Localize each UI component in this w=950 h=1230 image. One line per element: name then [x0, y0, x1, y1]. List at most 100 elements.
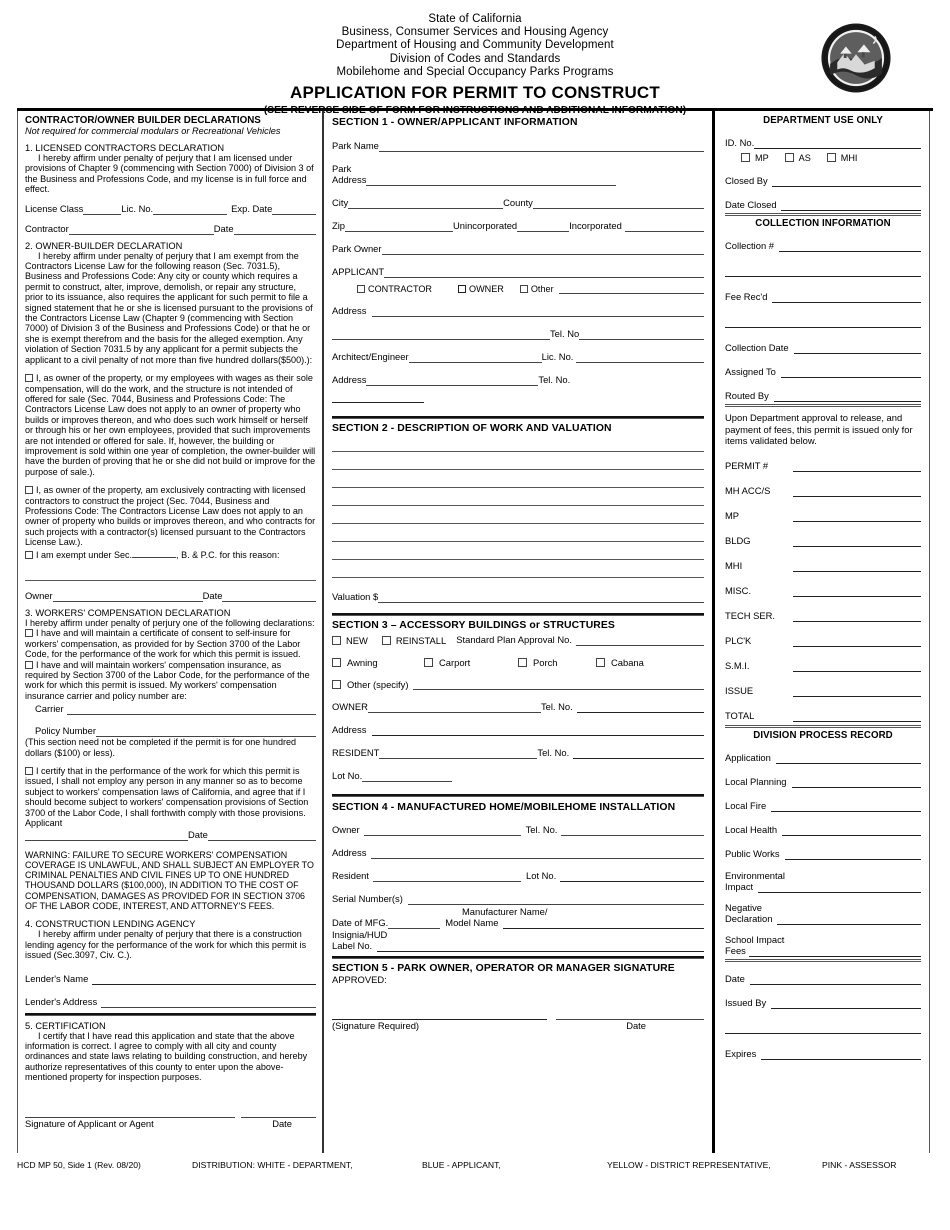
applicant-type-owner[interactable]: OWNER: [458, 284, 504, 294]
checkbox-self-insure[interactable]: [25, 629, 33, 638]
wc-check-1[interactable]: I have and will maintain a certificate o…: [25, 628, 316, 659]
accessory-reinstall-option[interactable]: REINSTALL: [381, 635, 446, 646]
accessory-owner-tel-input[interactable]: [576, 704, 704, 713]
description-line[interactable]: [332, 487, 704, 488]
accessory-resident-input[interactable]: [379, 750, 538, 759]
applicant-type-contractor[interactable]: CONTRACTOR: [357, 284, 432, 294]
checkbox-owner-contracts-licensed[interactable]: [25, 486, 33, 495]
architect-address-input[interactable]: [366, 377, 539, 386]
checkbox-owner-does-work[interactable]: [25, 374, 33, 383]
dept-mhi-option[interactable]: MHI: [826, 153, 857, 163]
issue-input[interactable]: [793, 688, 921, 697]
section-2-description-lines[interactable]: [332, 451, 704, 578]
owner-input[interactable]: [52, 593, 203, 602]
checkbox-awning[interactable]: [332, 658, 341, 667]
checkbox-cabana[interactable]: [596, 658, 605, 667]
total-input[interactable]: [793, 713, 921, 722]
checkbox-other[interactable]: [519, 285, 528, 293]
id-no-input[interactable]: [754, 140, 921, 149]
contractor-input[interactable]: [68, 226, 214, 235]
park-owner-signature-date-input[interactable]: [556, 1011, 704, 1020]
applicant-signature-input[interactable]: [25, 832, 188, 841]
owner-builder-check-2[interactable]: I, as owner of the property, am exclusiv…: [25, 485, 316, 547]
wc-check-2[interactable]: I have and will maintain workers' compen…: [25, 660, 316, 702]
applicant-address-input[interactable]: [372, 308, 704, 317]
dept-mp-input[interactable]: [793, 513, 921, 522]
checkbox-mhi[interactable]: [826, 153, 836, 162]
other-applicant-input[interactable]: [558, 285, 704, 294]
accessory-resident-tel-input[interactable]: [573, 750, 704, 759]
expires-input[interactable]: [761, 1051, 921, 1060]
exempt-sec-input[interactable]: [132, 549, 177, 558]
applicant-tel-input[interactable]: [579, 331, 704, 340]
architect-lic-no-input[interactable]: [576, 354, 704, 363]
lenders-name-input[interactable]: [92, 976, 316, 985]
checkbox-reinstall[interactable]: [381, 636, 391, 645]
assigned-to-input[interactable]: [780, 369, 921, 378]
lic-no-input[interactable]: [153, 206, 228, 215]
accessory-porch-option[interactable]: Porch: [518, 657, 596, 668]
dept-as-option[interactable]: AS: [784, 153, 811, 163]
dept-mp-option[interactable]: MP: [741, 153, 769, 163]
license-class-input[interactable]: [83, 206, 122, 215]
exp-date-input[interactable]: [272, 206, 316, 215]
park-owner-signature-input[interactable]: [332, 1011, 547, 1020]
checkbox-other-structure[interactable]: [332, 680, 341, 689]
school-impact-fees-input[interactable]: [748, 948, 921, 957]
tech-ser-input[interactable]: [793, 613, 921, 622]
valuation-input[interactable]: [378, 594, 704, 603]
checkbox-wc-insurance[interactable]: [25, 660, 33, 669]
checkbox-no-employees[interactable]: [25, 767, 33, 776]
accessory-carport-option[interactable]: Carport: [424, 657, 518, 668]
local-fire-input[interactable]: [771, 803, 921, 812]
incorporated-input[interactable]: [624, 223, 704, 232]
description-line[interactable]: [332, 469, 704, 470]
unincorporated-input[interactable]: [517, 223, 570, 232]
accessory-other-option[interactable]: Other (specify): [332, 679, 408, 690]
smi-input[interactable]: [793, 663, 921, 672]
other-structure-input[interactable]: [413, 681, 704, 690]
negative-declaration-input[interactable]: [777, 916, 921, 925]
date-closed-input[interactable]: [780, 202, 921, 211]
description-line[interactable]: [332, 559, 704, 560]
county-input[interactable]: [532, 200, 704, 209]
mh-accs-input[interactable]: [793, 488, 921, 497]
checkbox-carport[interactable]: [424, 658, 433, 667]
application-input[interactable]: [775, 755, 921, 764]
mh-resident-input[interactable]: [373, 873, 522, 882]
collection-date-input[interactable]: [793, 345, 921, 354]
date-of-mfg-input[interactable]: [388, 920, 441, 929]
local-health-input[interactable]: [782, 827, 921, 836]
policy-number-input[interactable]: [95, 728, 316, 738]
park-owner-input[interactable]: [381, 246, 704, 255]
model-name-input[interactable]: [503, 920, 704, 929]
mh-owner-input[interactable]: [363, 827, 521, 836]
collection-number-input-2[interactable]: [725, 268, 921, 277]
carrier-input[interactable]: [66, 706, 316, 716]
owner-date-input[interactable]: [222, 593, 316, 602]
accessory-awning-option[interactable]: Awning: [332, 657, 424, 668]
owner-builder-check-3[interactable]: I am exempt under Sec. , B. & P.C. for th…: [25, 549, 316, 560]
lenders-address-input[interactable]: [101, 999, 316, 1008]
owner-builder-check-1[interactable]: I, as owner of the property, or my emplo…: [25, 373, 316, 477]
contractor-date-input[interactable]: [233, 226, 316, 235]
accessory-owner-input[interactable]: [367, 704, 541, 713]
park-name-input[interactable]: [378, 143, 704, 152]
mh-lot-no-input[interactable]: [560, 873, 704, 882]
fee-recd-input-2[interactable]: [725, 319, 921, 328]
applicant-address-input-2[interactable]: [332, 331, 550, 340]
plck-input[interactable]: [793, 638, 921, 647]
description-line[interactable]: [332, 451, 704, 452]
collection-number-input[interactable]: [779, 243, 921, 252]
mh-owner-tel-input[interactable]: [561, 827, 704, 836]
applicant-type-other[interactable]: Other: [519, 284, 554, 294]
issued-by-input[interactable]: [771, 1000, 921, 1009]
applicant-date-input[interactable]: [207, 832, 316, 841]
closed-by-input[interactable]: [771, 178, 921, 187]
architect-tel-input[interactable]: [332, 394, 424, 403]
checkbox-contractor[interactable]: [357, 285, 365, 293]
permit-number-input[interactable]: [793, 463, 921, 472]
zip-input[interactable]: [345, 223, 454, 232]
description-line[interactable]: [332, 523, 704, 524]
checkbox-as[interactable]: [784, 153, 794, 162]
